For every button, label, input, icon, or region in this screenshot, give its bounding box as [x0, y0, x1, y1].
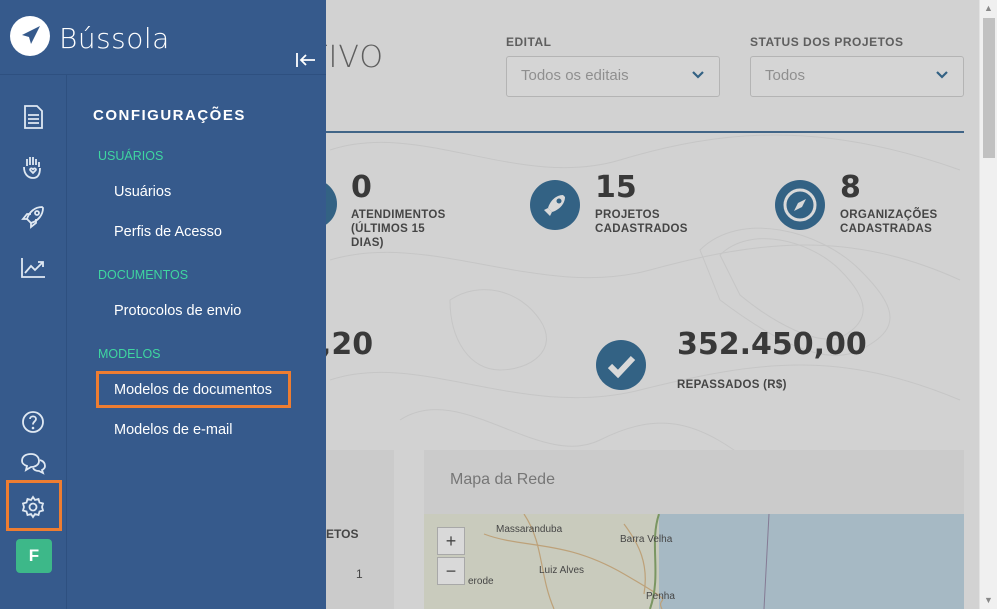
settings-menu-title: CONFIGURAÇÕES: [93, 107, 246, 124]
settings-highlight: [6, 480, 62, 531]
bussola-logo-icon[interactable]: [10, 16, 50, 56]
scroll-up-arrow-icon[interactable]: ▲: [984, 3, 993, 13]
sidebar-header: Bússola: [0, 0, 326, 75]
rocket-icon[interactable]: [18, 202, 48, 232]
page-scrollbar[interactable]: ▲ ▼: [979, 0, 997, 609]
section-usuarios: USUÁRIOS: [98, 149, 164, 163]
section-modelos: MODELOS: [98, 347, 161, 361]
menu-item-perfis-de-acesso[interactable]: Perfis de Acesso: [114, 224, 222, 240]
chart-line-icon[interactable]: [18, 252, 48, 282]
section-documentos: DOCUMENTOS: [98, 268, 189, 282]
user-avatar[interactable]: F: [16, 539, 52, 573]
help-icon[interactable]: [18, 407, 48, 437]
scroll-thumb[interactable]: [983, 18, 995, 158]
menu-item-modelos-de-email[interactable]: Modelos de e-mail: [114, 422, 232, 438]
scroll-down-arrow-icon[interactable]: ▼: [984, 595, 993, 605]
menu-item-protocolos-de-envio[interactable]: Protocolos de envio: [114, 303, 241, 319]
collapse-sidebar-icon[interactable]: [294, 50, 318, 70]
modelos-de-documentos-highlight: [96, 371, 291, 408]
document-icon[interactable]: [18, 102, 48, 132]
hand-heart-icon[interactable]: [18, 152, 48, 182]
settings-menu-panel: CONFIGURAÇÕES USUÁRIOS Usuários Perfis d…: [67, 75, 326, 609]
chat-icon[interactable]: [18, 448, 48, 478]
menu-item-usuarios[interactable]: Usuários: [114, 184, 171, 200]
brand-name[interactable]: Bússola: [59, 22, 170, 55]
